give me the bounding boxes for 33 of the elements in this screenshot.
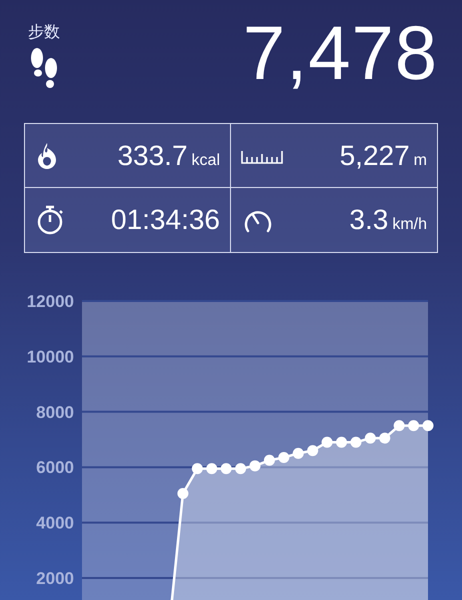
y-tick-label: 10000 — [26, 347, 74, 366]
point — [206, 463, 218, 474]
point — [220, 463, 232, 474]
footprints-icon — [28, 47, 60, 91]
y-tick-label: 6000 — [36, 458, 74, 478]
y-tick-label: 12000 — [26, 292, 74, 311]
point — [379, 432, 390, 444]
point — [192, 463, 203, 474]
stat-value: 333.7 kcal — [117, 140, 220, 172]
step-count: 7,478 — [242, 14, 438, 98]
point — [364, 432, 376, 444]
stat-value: 3.3 km/h — [349, 204, 427, 236]
point — [264, 454, 275, 466]
point — [307, 445, 318, 456]
point — [250, 460, 260, 472]
y-tick-label: 2000 — [36, 569, 74, 588]
point — [278, 452, 290, 464]
point — [177, 488, 188, 500]
point — [235, 463, 246, 474]
point — [350, 436, 362, 448]
stat-value: 01:34:36 — [111, 204, 220, 236]
point — [394, 420, 405, 432]
point — [336, 436, 347, 448]
point — [292, 448, 304, 459]
steps-label: 步数 — [28, 22, 60, 43]
point — [322, 436, 333, 448]
flame-icon — [35, 142, 59, 170]
y-tick-label: 4000 — [36, 514, 74, 533]
y-tick-label: 8000 — [36, 402, 74, 422]
stopwatch-icon — [35, 204, 65, 236]
point — [408, 420, 420, 432]
point — [422, 420, 434, 432]
stat-value: 5,227 m — [340, 140, 427, 172]
